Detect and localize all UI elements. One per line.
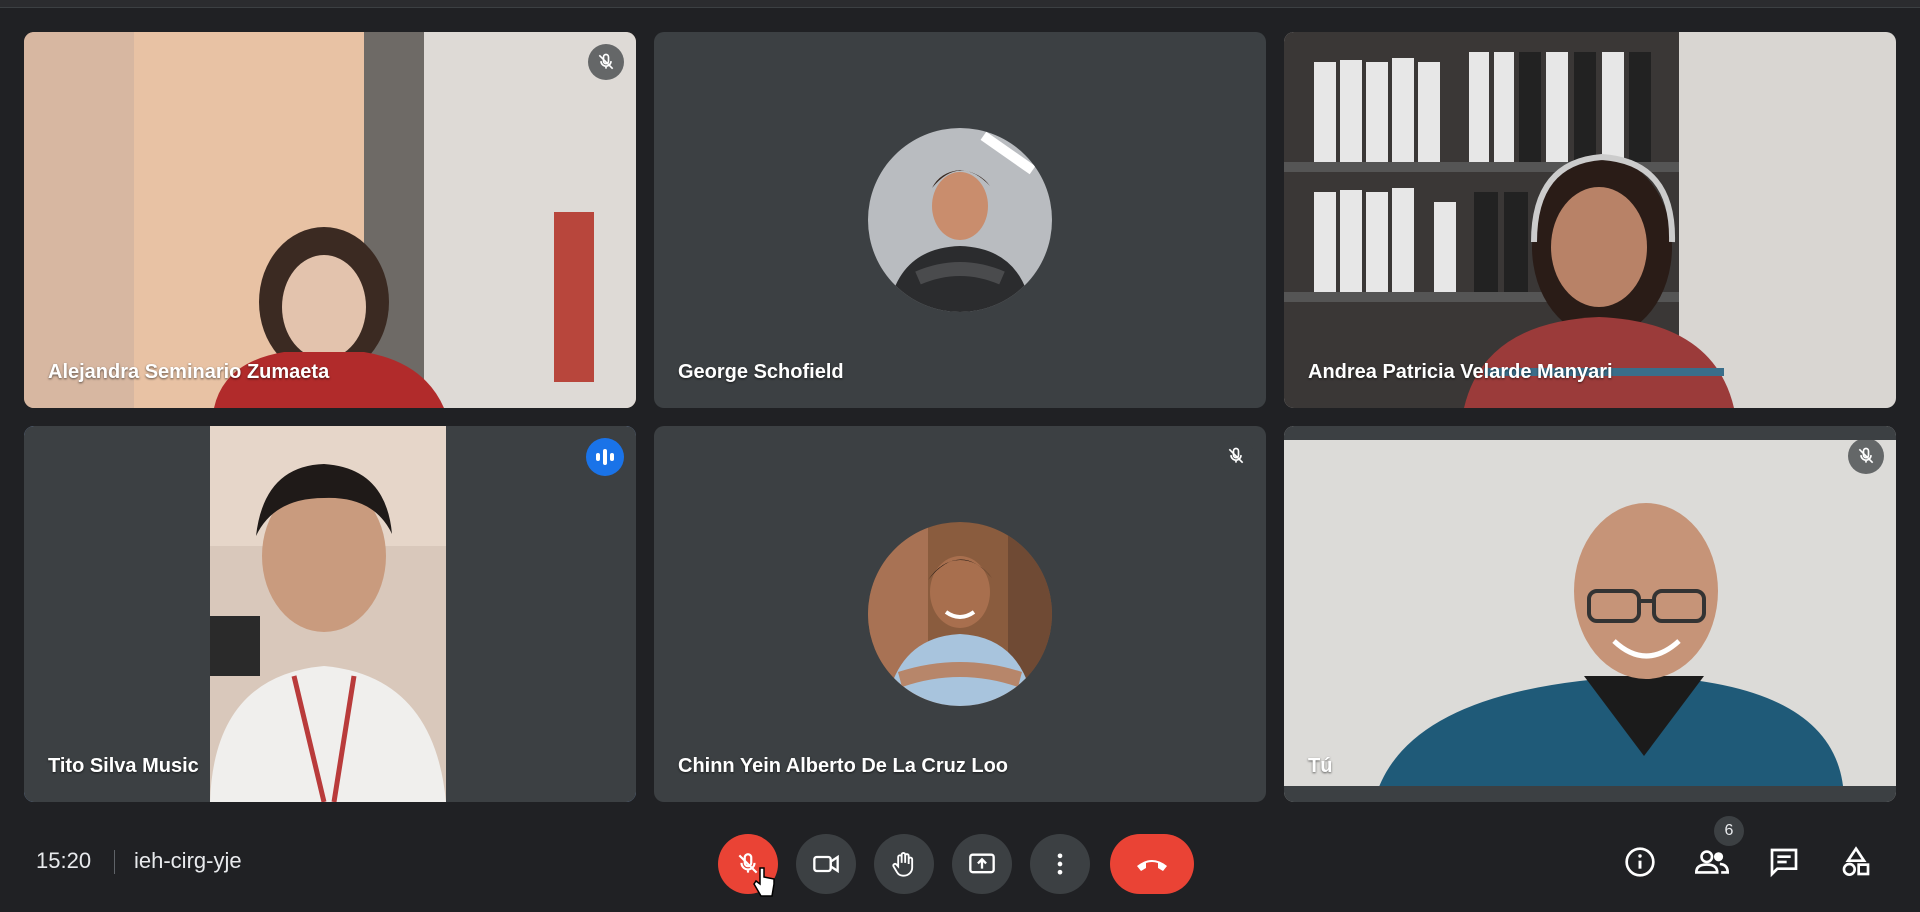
activities-icon xyxy=(1842,846,1870,876)
participant-name: Tito Silva Music xyxy=(48,755,199,777)
chat-icon xyxy=(1770,848,1798,878)
participant-tile[interactable]: George Schofield xyxy=(654,32,1266,408)
participant-name: Chinn Yein Alberto De La Cruz Loo xyxy=(678,755,1009,777)
participant-tile[interactable]: Alejandra Seminario Zumaeta xyxy=(24,32,636,408)
meeting-controls-bar: 15:20 ieh-cirg-yje 6 xyxy=(0,816,1920,912)
participant-video xyxy=(24,426,636,802)
speaking-indicator-icon xyxy=(586,438,624,476)
participant-avatar xyxy=(868,522,1052,706)
more-options-button[interactable] xyxy=(1030,834,1090,894)
mic-muted-icon xyxy=(588,44,624,80)
participant-tile[interactable]: Chinn Yein Alberto De La Cruz Loo xyxy=(654,426,1266,802)
info-icon xyxy=(1625,847,1655,877)
participant-name: Tú xyxy=(1308,755,1333,777)
people-icon xyxy=(1695,850,1729,874)
activities-button[interactable] xyxy=(1834,840,1878,884)
participant-grid: Alejandra Seminario Zumaeta George Schof… xyxy=(24,32,1896,802)
participant-avatar xyxy=(868,128,1052,312)
window-top-edge xyxy=(0,0,1920,8)
participant-name: George Schofield xyxy=(678,361,844,383)
mic-muted-icon xyxy=(1218,438,1254,474)
people-count-badge: 6 xyxy=(1714,816,1744,846)
meeting-code[interactable]: ieh-cirg-yje xyxy=(134,848,242,874)
participant-tile-active[interactable]: Tito Silva Music xyxy=(24,426,636,802)
more-options-icon xyxy=(1057,853,1063,875)
participant-video xyxy=(1284,426,1896,802)
meeting-clock: 15:20 xyxy=(36,848,92,873)
end-call-icon xyxy=(1137,860,1167,871)
present-screen-button[interactable] xyxy=(952,834,1012,894)
participant-name: Alejandra Seminario Zumaeta xyxy=(48,361,330,383)
participant-video xyxy=(24,32,636,408)
raise-hand-icon xyxy=(892,852,914,877)
camera-toggle-button[interactable] xyxy=(796,834,856,894)
people-button[interactable] xyxy=(1690,840,1734,884)
participant-video xyxy=(1284,32,1896,408)
chat-button[interactable] xyxy=(1762,840,1806,884)
mic-muted-icon xyxy=(1848,438,1884,474)
participant-name: Andrea Patricia Velarde Manyari xyxy=(1308,361,1613,383)
present-screen-icon xyxy=(969,853,995,874)
divider xyxy=(114,850,115,874)
meeting-details-button[interactable] xyxy=(1618,840,1662,884)
participant-tile[interactable]: Andrea Patricia Velarde Manyari xyxy=(1284,32,1896,408)
raise-hand-button[interactable] xyxy=(874,834,934,894)
participant-tile-self[interactable]: Tú xyxy=(1284,426,1896,802)
camera-icon xyxy=(813,854,839,874)
cursor-hand-icon xyxy=(753,867,775,897)
end-call-button[interactable] xyxy=(1110,834,1194,894)
